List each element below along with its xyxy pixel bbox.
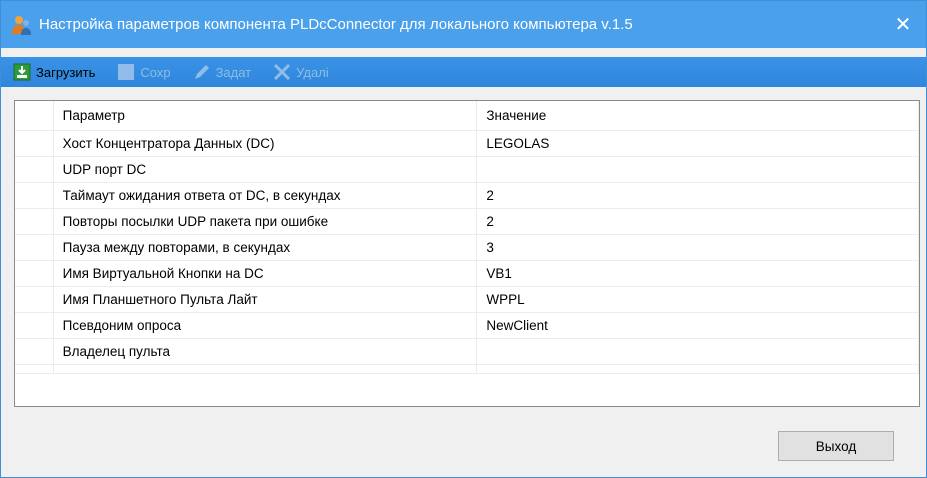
load-label: Загрузить <box>36 64 96 80</box>
param-cell[interactable]: Таймаут ожидания ответа от DC, в секунда… <box>53 182 478 209</box>
value-cell[interactable]: LEGOLAS <box>476 130 919 157</box>
row-indicator <box>15 364 54 374</box>
value-cell[interactable]: WPPL <box>476 286 919 313</box>
value-cell[interactable]: 3 <box>476 234 919 261</box>
table-row[interactable]: Псевдоним опроса NewClient <box>15 312 919 339</box>
settings-window: Настройка параметров компонента PLDcConn… <box>0 0 927 478</box>
param-cell[interactable]: Владелец пульта <box>53 338 478 365</box>
delete-label: Удалі <box>296 64 329 80</box>
param-cell[interactable]: UDP порт DC <box>53 156 478 183</box>
save-icon <box>117 63 135 81</box>
table-row[interactable]: Таймаут ожидания ответа от DC, в секунда… <box>15 182 919 209</box>
column-header-value[interactable]: Значение <box>476 101 919 131</box>
table-row[interactable]: Повторы посылки UDP пакета при ошибке 2 <box>15 208 919 235</box>
row-indicator[interactable] <box>15 338 54 365</box>
edit-button[interactable]: Задат <box>193 58 252 86</box>
download-icon <box>13 63 31 81</box>
column-header-param[interactable]: Параметр <box>53 101 478 131</box>
exit-button[interactable]: Выход <box>778 431 894 461</box>
grid-header-row: Параметр Значение <box>15 101 919 131</box>
value-cell <box>476 364 919 374</box>
row-indicator[interactable] <box>15 234 54 261</box>
param-cell[interactable]: Имя Виртуальной Кнопки на DC <box>53 260 478 287</box>
row-indicator[interactable] <box>15 208 54 235</box>
load-button[interactable]: Загрузить <box>13 58 95 86</box>
row-indicator[interactable] <box>15 286 54 313</box>
table-row-empty <box>15 364 919 374</box>
users-icon <box>11 14 33 36</box>
parameters-grid: Параметр Значение Хост Концентратора Дан… <box>14 100 920 407</box>
table-row[interactable]: Имя Планшетного Пульта Лайт WPPL <box>15 286 919 313</box>
param-cell[interactable]: Пауза между повторами, в секундах <box>53 234 478 261</box>
close-button[interactable]: ✕ <box>880 1 926 48</box>
save-button[interactable]: Сохр <box>117 58 171 86</box>
row-indicator[interactable] <box>15 156 54 183</box>
value-cell[interactable]: 2 <box>476 208 919 235</box>
exit-label: Выход <box>815 438 857 454</box>
pencil-icon <box>193 63 211 81</box>
param-cell[interactable]: Хост Концентратора Данных (DC) <box>53 130 478 157</box>
table-row[interactable]: Хост Концентратора Данных (DC) LEGOLAS <box>15 130 919 157</box>
delete-icon <box>273 63 291 81</box>
table-row[interactable]: Владелец пульта <box>15 338 919 365</box>
row-indicator[interactable] <box>15 182 54 209</box>
value-cell[interactable] <box>476 156 919 183</box>
close-icon: ✕ <box>894 14 912 36</box>
delete-button[interactable]: Удалі <box>273 58 329 86</box>
value-cell[interactable]: NewClient <box>476 312 919 339</box>
toolbar: Загрузить Сохр Задат Удалі <box>1 57 926 87</box>
table-row[interactable]: UDP порт DC <box>15 156 919 183</box>
save-label: Сохр <box>140 64 171 80</box>
param-cell[interactable]: Имя Планшетного Пульта Лайт <box>53 286 478 313</box>
value-cell[interactable] <box>476 338 919 365</box>
row-indicator[interactable] <box>15 312 54 339</box>
param-cell[interactable]: Повторы посылки UDP пакета при ошибке <box>53 208 478 235</box>
edit-label: Задат <box>215 64 252 80</box>
row-indicator[interactable] <box>15 130 54 157</box>
param-cell[interactable]: Псевдоним опроса <box>53 312 478 339</box>
table-row[interactable]: Имя Виртуальной Кнопки на DC VB1 <box>15 260 919 287</box>
table-row[interactable]: Пауза между повторами, в секундах 3 <box>15 234 919 261</box>
param-cell <box>53 364 478 374</box>
row-indicator-header <box>15 101 54 131</box>
value-cell[interactable]: 2 <box>476 182 919 209</box>
row-indicator[interactable] <box>15 260 54 287</box>
title-bar[interactable]: Настройка параметров компонента PLDcConn… <box>1 1 926 48</box>
value-cell[interactable]: VB1 <box>476 260 919 287</box>
window-title: Настройка параметров компонента PLDcConn… <box>39 16 633 33</box>
